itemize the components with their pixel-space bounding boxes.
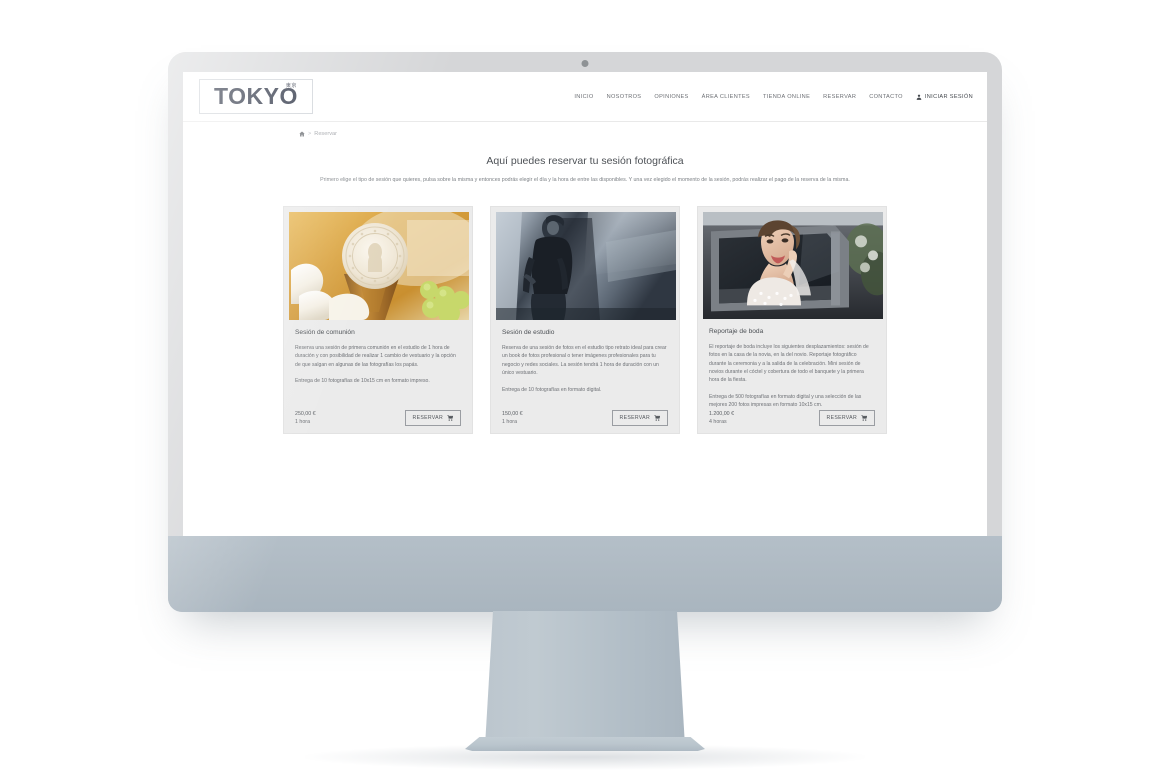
nav-item-nosotros[interactable]: NOSOTROS xyxy=(607,94,642,100)
site-logo[interactable]: 東京 TOKYO xyxy=(199,79,313,114)
site-header: 東京 TOKYO INICIO NOSOTROS OPINIONES ÁREA … xyxy=(183,72,987,122)
monitor-stand-neck xyxy=(485,611,685,746)
breadcrumb-current[interactable]: Reservar xyxy=(314,131,337,137)
cart-icon xyxy=(654,415,660,421)
card-price-block: 150,00 € 1 hora xyxy=(502,410,523,426)
communion-photo xyxy=(289,211,469,320)
studio-portrait-photo xyxy=(496,211,676,320)
card-duration: 4 horas xyxy=(709,418,727,425)
session-card-estudio[interactable]: Sesión de estudio Reserva de una sesión … xyxy=(490,205,680,434)
nav-item-contacto[interactable]: CONTACTO xyxy=(869,94,903,100)
nav-item-tienda-online[interactable]: TIENDA ONLINE xyxy=(763,94,810,100)
monitor-screen: 東京 TOKYO INICIO NOSOTROS OPINIONES ÁREA … xyxy=(183,72,987,574)
main-navigation: INICIO NOSOTROS OPINIONES ÁREA CLIENTES … xyxy=(574,94,973,100)
monitor-chin xyxy=(168,536,1002,612)
card-duration: 1 hora xyxy=(502,418,518,425)
home-icon[interactable] xyxy=(299,131,305,137)
card-price-block: 250,00 € 1 hora xyxy=(295,410,316,426)
cart-icon xyxy=(861,415,867,421)
reserve-button[interactable]: RESERVAR xyxy=(404,409,461,426)
reserve-button-label: RESERVAR xyxy=(412,414,443,421)
monitor-stand-shadow xyxy=(305,744,865,770)
login-label: INICIAR SESIÓN xyxy=(924,93,973,100)
nav-item-area-clientes[interactable]: ÁREA CLIENTES xyxy=(702,94,750,100)
card-title: Sesión de comunión xyxy=(295,328,355,336)
card-body-comunion: Sesión de comunión Reserva una sesión de… xyxy=(289,320,467,433)
card-price-block: 1.200,00 € 4 horas xyxy=(709,410,734,426)
card-price: 1.200,00 € xyxy=(709,410,735,417)
nav-item-reservar[interactable]: RESERVAR xyxy=(823,94,856,100)
reserve-button-label: RESERVAR xyxy=(826,414,857,421)
breadcrumb-separator: > xyxy=(308,131,312,137)
monitor-body: 東京 TOKYO INICIO NOSOTROS OPINIONES ÁREA … xyxy=(168,52,1002,612)
session-card-boda[interactable]: Reportaje de boda El reportaje de boda i… xyxy=(697,205,887,434)
nav-item-iniciar-sesion[interactable]: INICIAR SESIÓN xyxy=(916,94,973,100)
card-image-boda xyxy=(703,211,883,319)
card-footer: 250,00 € 1 hora RESERVAR xyxy=(295,409,461,433)
card-footer: 150,00 € 1 hora RESERVAR xyxy=(502,409,668,433)
card-image-comunion xyxy=(289,211,469,320)
reserve-button[interactable]: RESERVAR xyxy=(818,409,875,426)
card-delivery: Entrega de 500 fotografías en formato di… xyxy=(709,393,862,409)
cart-icon xyxy=(447,415,453,421)
card-price: 150,00 € xyxy=(502,410,523,417)
reserve-button[interactable]: RESERVAR xyxy=(611,409,668,426)
page-title: Aquí puedes reservar tu sesión fotográfi… xyxy=(486,155,684,167)
card-description: Reserva de una sesión de fotos en el est… xyxy=(502,344,667,377)
session-card-comunion[interactable]: Sesión de comunión Reserva una sesión de… xyxy=(283,205,473,434)
card-body-estudio: Sesión de estudio Reserva de una sesión … xyxy=(496,320,674,433)
card-footer: 1.200,00 € 4 horas RESERVAR xyxy=(709,409,875,433)
card-image-estudio xyxy=(496,211,676,320)
nav-item-opiniones[interactable]: OPINIONES xyxy=(654,94,688,100)
webcam-dot xyxy=(581,60,589,67)
card-duration: 1 hora xyxy=(295,418,311,425)
website-page: 東京 TOKYO INICIO NOSOTROS OPINIONES ÁREA … xyxy=(183,72,987,574)
card-description: El reportaje de boda incluye los siguien… xyxy=(709,343,869,384)
card-description: Reserva una sesión de primera comunión e… xyxy=(295,344,456,368)
card-price: 250,00 € xyxy=(295,410,316,417)
logo-kanji: 東京 xyxy=(285,83,297,89)
user-icon xyxy=(916,94,922,100)
card-delivery: Entrega de 10 fotografías en formato dig… xyxy=(502,386,602,393)
card-body-boda: Reportaje de boda El reportaje de boda i… xyxy=(703,319,881,433)
reserve-button-label: RESERVAR xyxy=(619,414,650,421)
breadcrumb: > Reservar xyxy=(183,122,987,137)
monitor-mockup: 東京 TOKYO INICIO NOSOTROS OPINIONES ÁREA … xyxy=(0,0,1170,780)
page-subtitle: Primero elige el tipo de sesión que quie… xyxy=(320,177,850,183)
card-title: Sesión de estudio xyxy=(502,328,555,336)
bride-car-photo xyxy=(703,211,883,319)
nav-item-inicio[interactable]: INICIO xyxy=(574,94,593,100)
card-title: Reportaje de boda xyxy=(709,327,764,335)
session-cards-list: Sesión de comunión Reserva una sesión de… xyxy=(183,205,987,434)
card-delivery: Entrega de 10 fotografías de 10x15 cm en… xyxy=(295,378,430,385)
